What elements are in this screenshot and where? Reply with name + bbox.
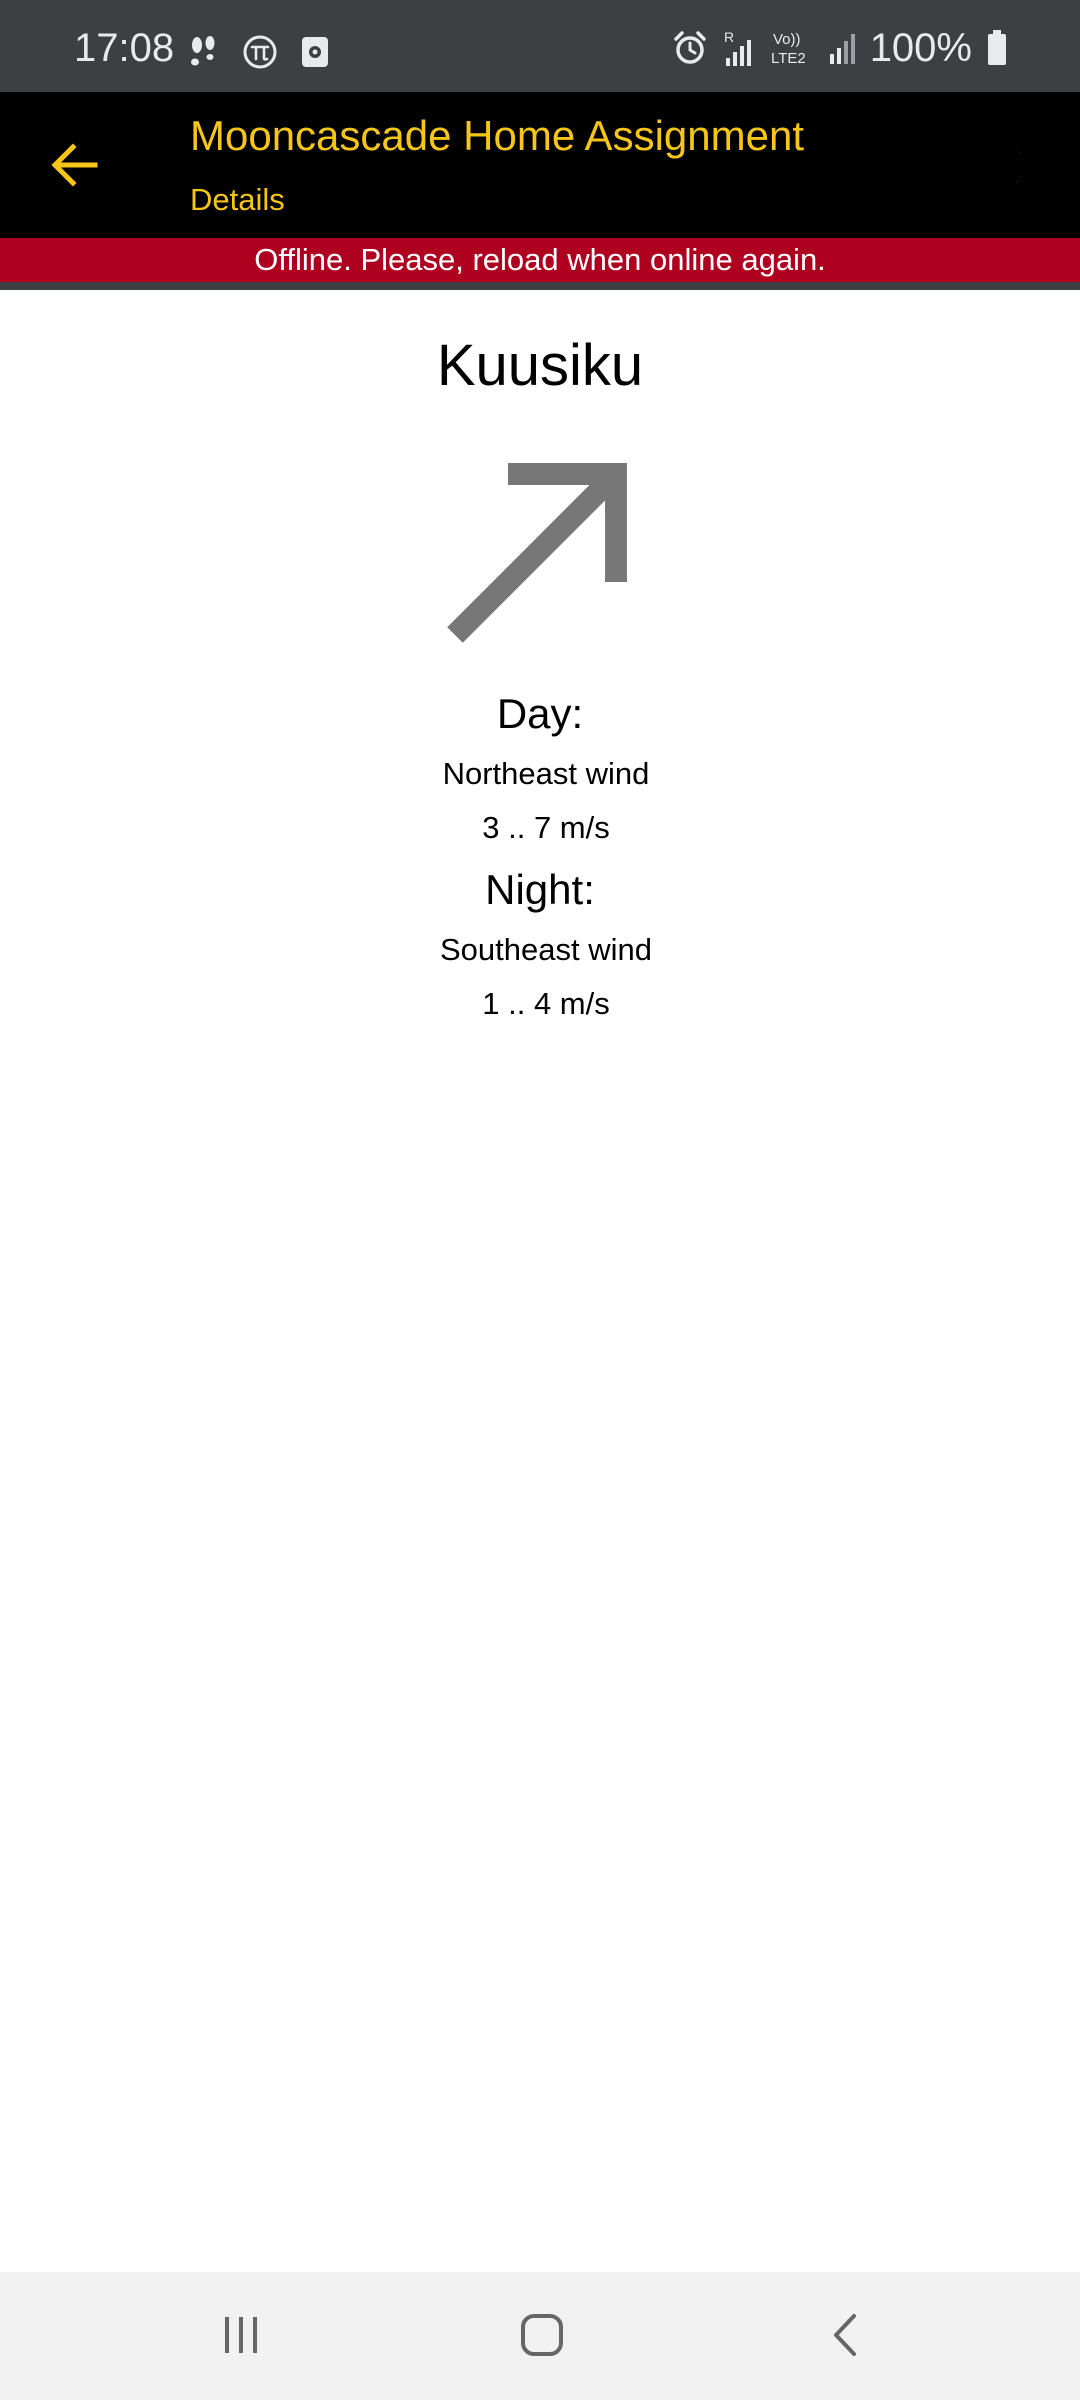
home-button[interactable] (497, 2302, 587, 2372)
theme-toggle-button[interactable] (968, 130, 1042, 204)
status-left-icons (186, 34, 330, 70)
volte-lte2-icon: Vo)) LTE2 (770, 28, 814, 68)
system-nav-bar (0, 2272, 1080, 2400)
status-bar: 17:08 R Vo)) LTE2 100% (0, 0, 1080, 92)
lte2-label: LTE2 (771, 50, 806, 67)
nav-back-button[interactable] (800, 2302, 890, 2372)
night-wind-direction: Southeast wind (440, 932, 652, 967)
night-label: Night: (485, 866, 595, 913)
roaming-signal-icon: R (722, 28, 756, 68)
banner-divider (0, 282, 1080, 290)
day-label: Day: (496, 690, 584, 737)
crescent-moon-icon (983, 135, 1027, 200)
battery-percentage: 100% (869, 26, 972, 70)
app-title: Mooncascade Home Assignment (190, 112, 804, 159)
day-wind-direction: Northeast wind (442, 756, 650, 791)
alarm-icon (672, 30, 708, 66)
app-bar: Mooncascade Home Assignment Details (0, 92, 1080, 238)
pi-icon (242, 34, 278, 70)
battery-icon (986, 29, 1008, 67)
status-time: 17:08 (74, 26, 175, 70)
recent-apps-icon (219, 2313, 263, 2362)
status-right-icons: R Vo)) LTE2 100% (672, 28, 1008, 68)
steps-icon (186, 35, 220, 69)
back-icon (830, 2312, 860, 2363)
arrow-left-icon (49, 142, 99, 192)
place-name: Kuusiku (436, 333, 644, 398)
offline-banner: Offline. Please, reload when online agai… (0, 238, 1080, 282)
day-wind-speed: 3 .. 7 m/s (482, 810, 610, 845)
night-wind-speed: 1 .. 4 m/s (482, 986, 610, 1021)
roaming-label: R (724, 29, 734, 45)
recent-apps-button[interactable] (196, 2302, 286, 2372)
signal-icon (828, 30, 856, 66)
home-icon (519, 2312, 565, 2363)
arrow-northeast-icon (440, 450, 640, 650)
volte-label: Vo)) (773, 31, 801, 48)
app-subtitle: Details (190, 182, 285, 217)
back-button[interactable] (34, 132, 114, 202)
screen: 17:08 R Vo)) LTE2 100% Mooncascade Home … (0, 0, 1080, 2400)
screen-record-icon (300, 35, 330, 69)
